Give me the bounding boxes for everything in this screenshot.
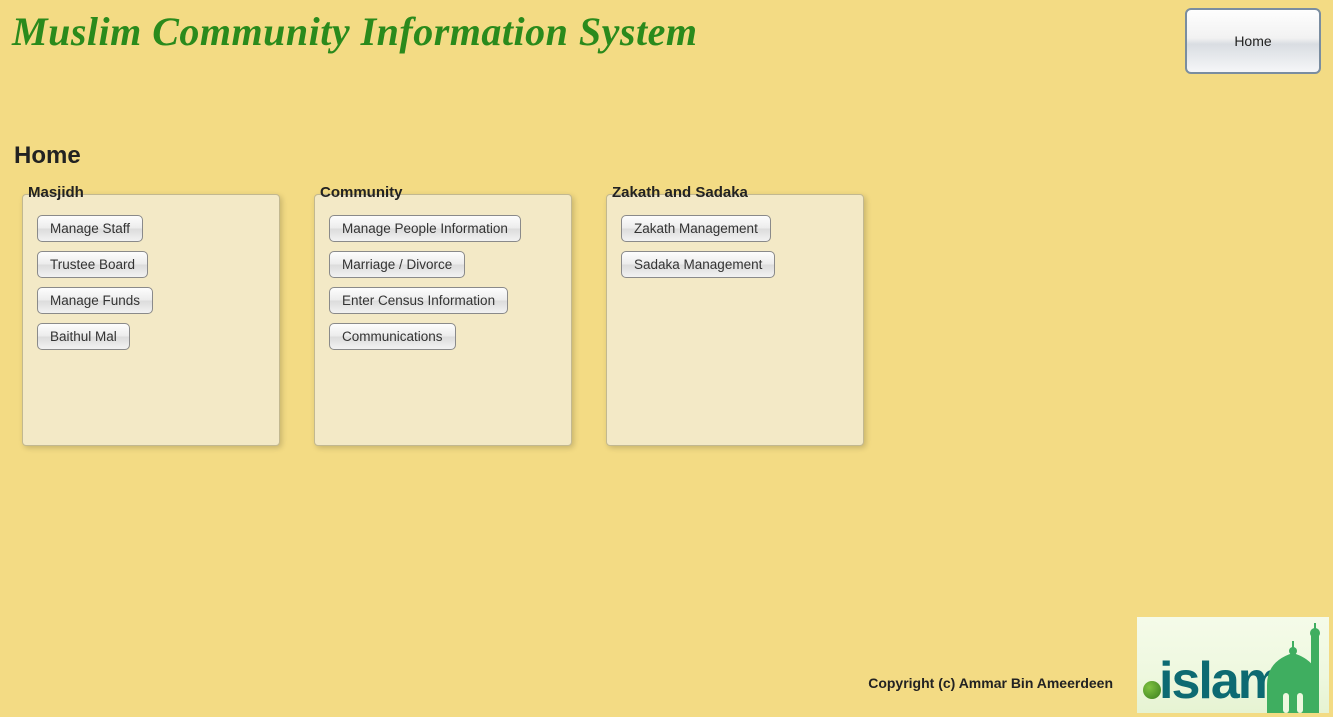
- marriage-divorce-button[interactable]: Marriage / Divorce: [329, 251, 465, 278]
- panel-community: Community Manage People Information Marr…: [314, 184, 572, 446]
- copyright-text: Copyright (c) Ammar Bin Ameerdeen: [868, 675, 1113, 691]
- panel-body-community: Manage People Information Marriage / Div…: [314, 194, 572, 446]
- panel-legend-masjidh: Masjidh: [28, 184, 286, 201]
- panel-legend-community: Community: [320, 184, 578, 201]
- manage-funds-button[interactable]: Manage Funds: [37, 287, 153, 314]
- panels-row: Masjidh Manage Staff Trustee Board Manag…: [0, 170, 1333, 446]
- trustee-board-button[interactable]: Trustee Board: [37, 251, 148, 278]
- app-title: Muslim Community Information System: [12, 8, 697, 55]
- sadaka-management-button[interactable]: Sadaka Management: [621, 251, 775, 278]
- manage-people-information-button[interactable]: Manage People Information: [329, 215, 521, 242]
- panel-legend-zakath-sadaka: Zakath and Sadaka: [612, 184, 870, 201]
- zakath-management-button[interactable]: Zakath Management: [621, 215, 771, 242]
- mosque-icon: [1263, 623, 1327, 713]
- panel-body-masjidh: Manage Staff Trustee Board Manage Funds …: [22, 194, 280, 446]
- communications-button[interactable]: Communications: [329, 323, 456, 350]
- manage-staff-button[interactable]: Manage Staff: [37, 215, 143, 242]
- enter-census-information-button[interactable]: Enter Census Information: [329, 287, 508, 314]
- panel-zakath-sadaka: Zakath and Sadaka Zakath Management Sada…: [606, 184, 864, 446]
- home-nav-button[interactable]: Home: [1185, 8, 1321, 74]
- page-heading: Home: [14, 142, 1333, 170]
- panel-body-zakath-sadaka: Zakath Management Sadaka Management: [606, 194, 864, 446]
- footer: Copyright (c) Ammar Bin Ameerdeen islam: [0, 617, 1333, 717]
- islam-logo: islam: [1137, 617, 1329, 713]
- baithul-mal-button[interactable]: Baithul Mal: [37, 323, 130, 350]
- panel-masjidh: Masjidh Manage Staff Trustee Board Manag…: [22, 184, 280, 446]
